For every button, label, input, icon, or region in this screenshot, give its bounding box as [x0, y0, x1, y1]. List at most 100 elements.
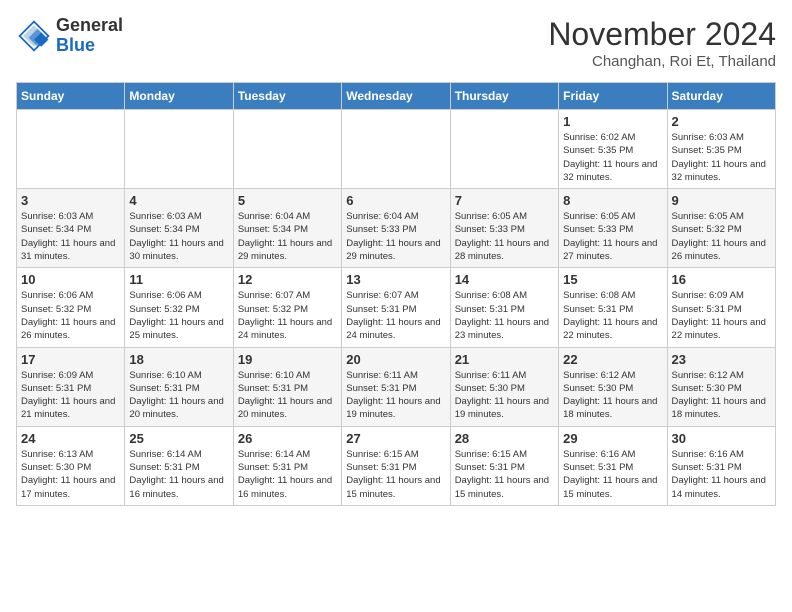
day-info: Sunrise: 6:09 AM Sunset: 5:31 PM Dayligh… [672, 289, 771, 342]
calendar-cell: 8Sunrise: 6:05 AM Sunset: 5:33 PM Daylig… [559, 189, 667, 268]
weekday-header: Wednesday [342, 83, 450, 110]
calendar-week-row: 1 Sunrise: 6:02 AM Sunset: 5:35 PM Daylig… [17, 110, 776, 189]
day-info: Sunrise: 6:16 AM Sunset: 5:31 PM Dayligh… [563, 448, 662, 501]
day-number: 25 [129, 431, 228, 446]
day-info: Sunrise: 6:06 AM Sunset: 5:32 PM Dayligh… [21, 289, 120, 342]
calendar-cell: 18 Sunrise: 6:10 AM Sunset: 5:31 PM Dayli… [125, 347, 233, 426]
calendar-cell: 9 Sunrise: 6:05 AM Sunset: 5:32 PM Daylig… [667, 189, 775, 268]
calendar-cell: 21 Sunrise: 6:11 AM Sunset: 5:30 PM Dayli… [450, 347, 558, 426]
day-info: Sunrise: 6:10 AM Sunset: 5:31 PM Dayligh… [129, 369, 228, 422]
calendar-cell [125, 110, 233, 189]
day-number: 10 [21, 272, 120, 287]
calendar-cell: 26Sunrise: 6:14 AM Sunset: 5:31 PM Dayli… [233, 426, 341, 505]
day-number: 15 [563, 272, 662, 287]
day-number: 6 [346, 193, 445, 208]
calendar-cell: 17 Sunrise: 6:09 AM Sunset: 5:31 PM Dayli… [17, 347, 125, 426]
calendar-cell [450, 110, 558, 189]
calendar-cell: 7 Sunrise: 6:05 AM Sunset: 5:33 PM Daylig… [450, 189, 558, 268]
calendar-cell: 2 Sunrise: 6:03 AM Sunset: 5:35 PM Daylig… [667, 110, 775, 189]
day-info: Sunrise: 6:07 AM Sunset: 5:31 PM Dayligh… [346, 289, 445, 342]
day-number: 27 [346, 431, 445, 446]
day-info: Sunrise: 6:05 AM Sunset: 5:33 PM Dayligh… [455, 210, 554, 263]
day-info: Sunrise: 6:05 AM Sunset: 5:32 PM Dayligh… [672, 210, 771, 263]
calendar-cell: 4 Sunrise: 6:03 AM Sunset: 5:34 PM Daylig… [125, 189, 233, 268]
day-info: Sunrise: 6:12 AM Sunset: 5:30 PM Dayligh… [563, 369, 662, 422]
calendar-cell: 15 Sunrise: 6:08 AM Sunset: 5:31 PM Dayli… [559, 268, 667, 347]
day-number: 24 [21, 431, 120, 446]
day-info: Sunrise: 6:12 AM Sunset: 5:30 PM Dayligh… [672, 369, 771, 422]
calendar-cell: 14 Sunrise: 6:08 AM Sunset: 5:31 PM Dayli… [450, 268, 558, 347]
calendar-cell: 30Sunrise: 6:16 AM Sunset: 5:31 PM Dayli… [667, 426, 775, 505]
day-info: Sunrise: 6:03 AM Sunset: 5:34 PM Dayligh… [129, 210, 228, 263]
day-number: 9 [672, 193, 771, 208]
calendar-cell: 6 Sunrise: 6:04 AM Sunset: 5:33 PM Daylig… [342, 189, 450, 268]
day-info: Sunrise: 6:11 AM Sunset: 5:31 PM Dayligh… [346, 369, 445, 422]
day-info: Sunrise: 6:02 AM Sunset: 5:35 PM Dayligh… [563, 131, 662, 184]
day-number: 28 [455, 431, 554, 446]
day-number: 11 [129, 272, 228, 287]
calendar-cell: 27 Sunrise: 6:15 AM Sunset: 5:31 PM Dayli… [342, 426, 450, 505]
day-number: 2 [672, 114, 771, 129]
day-number: 30 [672, 431, 771, 446]
day-number: 16 [672, 272, 771, 287]
page-header: General Blue November 2024 Changhan, Roi… [16, 16, 776, 70]
day-number: 1 [563, 114, 662, 129]
calendar-table: SundayMondayTuesdayWednesdayThursdayFrid… [16, 82, 776, 506]
day-number: 29 [563, 431, 662, 446]
day-number: 17 [21, 352, 120, 367]
logo-blue: Blue [56, 35, 95, 55]
day-number: 7 [455, 193, 554, 208]
day-number: 21 [455, 352, 554, 367]
calendar-cell: 1 Sunrise: 6:02 AM Sunset: 5:35 PM Daylig… [559, 110, 667, 189]
calendar-cell: 28 Sunrise: 6:15 AM Sunset: 5:31 PM Dayli… [450, 426, 558, 505]
title-block: November 2024 Changhan, Roi Et, Thailand [548, 16, 776, 70]
calendar-cell: 5Sunrise: 6:04 AM Sunset: 5:34 PM Daylig… [233, 189, 341, 268]
calendar-cell: 13 Sunrise: 6:07 AM Sunset: 5:31 PM Dayli… [342, 268, 450, 347]
day-info: Sunrise: 6:10 AM Sunset: 5:31 PM Dayligh… [238, 369, 337, 422]
weekday-header: Friday [559, 83, 667, 110]
calendar-week-row: 24 Sunrise: 6:13 AM Sunset: 5:30 PM Dayli… [17, 426, 776, 505]
calendar-cell: 3 Sunrise: 6:03 AM Sunset: 5:34 PM Daylig… [17, 189, 125, 268]
month-title: November 2024 [548, 16, 776, 53]
calendar-cell: 24 Sunrise: 6:13 AM Sunset: 5:30 PM Dayli… [17, 426, 125, 505]
calendar-cell: 23 Sunrise: 6:12 AM Sunset: 5:30 PM Dayli… [667, 347, 775, 426]
day-number: 20 [346, 352, 445, 367]
calendar-week-row: 17 Sunrise: 6:09 AM Sunset: 5:31 PM Dayli… [17, 347, 776, 426]
logo-icon [16, 18, 52, 54]
day-number: 26 [238, 431, 337, 446]
calendar-cell: 29 Sunrise: 6:16 AM Sunset: 5:31 PM Dayli… [559, 426, 667, 505]
day-info: Sunrise: 6:05 AM Sunset: 5:33 PM Dayligh… [563, 210, 662, 263]
day-number: 4 [129, 193, 228, 208]
day-number: 23 [672, 352, 771, 367]
day-number: 12 [238, 272, 337, 287]
calendar-cell: 20 Sunrise: 6:11 AM Sunset: 5:31 PM Dayli… [342, 347, 450, 426]
day-info: Sunrise: 6:03 AM Sunset: 5:35 PM Dayligh… [672, 131, 771, 184]
logo: General Blue [16, 16, 123, 56]
calendar-cell: 22 Sunrise: 6:12 AM Sunset: 5:30 PM Dayli… [559, 347, 667, 426]
calendar-cell: 12Sunrise: 6:07 AM Sunset: 5:32 PM Dayli… [233, 268, 341, 347]
day-info: Sunrise: 6:08 AM Sunset: 5:31 PM Dayligh… [563, 289, 662, 342]
day-number: 14 [455, 272, 554, 287]
calendar-cell: 25 Sunrise: 6:14 AM Sunset: 5:31 PM Dayli… [125, 426, 233, 505]
calendar-cell: 19 Sunrise: 6:10 AM Sunset: 5:31 PM Dayli… [233, 347, 341, 426]
day-info: Sunrise: 6:03 AM Sunset: 5:34 PM Dayligh… [21, 210, 120, 263]
calendar-cell [233, 110, 341, 189]
day-info: Sunrise: 6:15 AM Sunset: 5:31 PM Dayligh… [455, 448, 554, 501]
day-number: 3 [21, 193, 120, 208]
day-info: Sunrise: 6:04 AM Sunset: 5:33 PM Dayligh… [346, 210, 445, 263]
day-info: Sunrise: 6:13 AM Sunset: 5:30 PM Dayligh… [21, 448, 120, 501]
day-number: 13 [346, 272, 445, 287]
day-info: Sunrise: 6:11 AM Sunset: 5:30 PM Dayligh… [455, 369, 554, 422]
logo-general: General [56, 15, 123, 35]
weekday-header: Thursday [450, 83, 558, 110]
day-info: Sunrise: 6:14 AM Sunset: 5:31 PM Dayligh… [129, 448, 228, 501]
day-info: Sunrise: 6:08 AM Sunset: 5:31 PM Dayligh… [455, 289, 554, 342]
day-info: Sunrise: 6:15 AM Sunset: 5:31 PM Dayligh… [346, 448, 445, 501]
day-number: 18 [129, 352, 228, 367]
day-info: Sunrise: 6:09 AM Sunset: 5:31 PM Dayligh… [21, 369, 120, 422]
weekday-header: Tuesday [233, 83, 341, 110]
day-info: Sunrise: 6:04 AM Sunset: 5:34 PM Dayligh… [238, 210, 337, 263]
weekday-header: Monday [125, 83, 233, 110]
day-number: 22 [563, 352, 662, 367]
day-number: 19 [238, 352, 337, 367]
